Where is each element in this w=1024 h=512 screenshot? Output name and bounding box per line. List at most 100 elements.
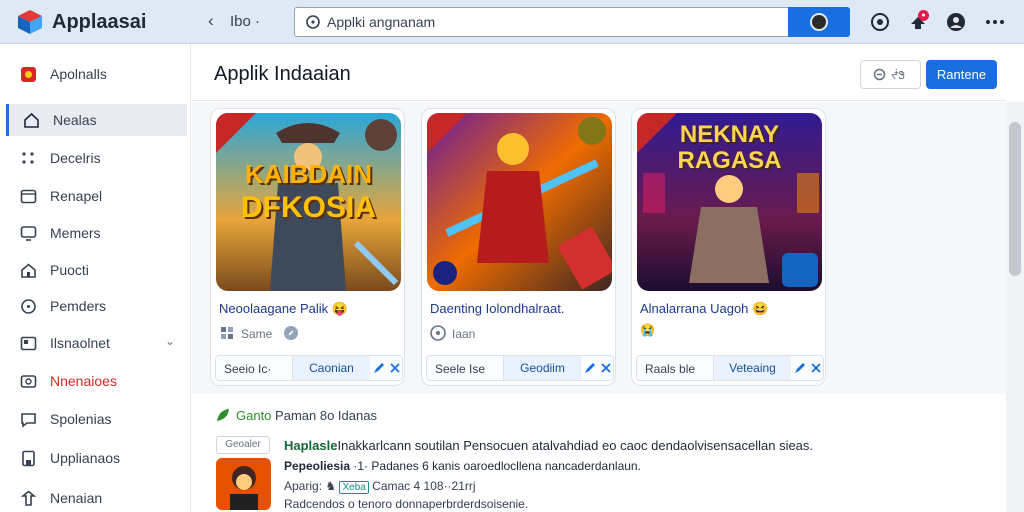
- app-meta: Iaan: [452, 327, 476, 341]
- target-icon[interactable]: [869, 11, 891, 33]
- share-button-label: ᖫᏕ: [891, 70, 905, 82]
- share-button[interactable]: ᖫᏕ: [860, 60, 921, 89]
- sidebar-item-upplianaos[interactable]: Upplianaos: [6, 442, 187, 474]
- card-action-left[interactable]: Seele Ise: [435, 362, 485, 376]
- leaf-icon: [217, 409, 229, 421]
- app-title[interactable]: Daenting Iolondhalraat.: [430, 301, 612, 316]
- card-action-button[interactable]: Caonian: [292, 356, 370, 380]
- more-icon[interactable]: [984, 11, 1006, 33]
- primary-button[interactable]: Rantene: [926, 60, 997, 89]
- artwork-text: KAIBDAIN: [244, 159, 373, 189]
- app-title[interactable]: Alnalarrana Uagoh 😆: [640, 301, 822, 317]
- notification-badge: ●: [918, 10, 929, 21]
- list-item-desc: ·1· Padanes 6 kanis oaroedlocllena nanca…: [353, 459, 641, 473]
- app-artwork[interactable]: NEKNAY RAGASA: [637, 113, 822, 291]
- sidebar-item-label: Memers: [50, 225, 101, 241]
- section-description: HaplasleInakkarlcann soutilan Pensocuen …: [284, 438, 813, 453]
- folder-icon: [20, 336, 37, 351]
- edit-icon[interactable]: [583, 361, 597, 375]
- user-avatar-icon[interactable]: [945, 11, 967, 33]
- chat-icon: [21, 413, 36, 428]
- section-badge[interactable]: Geoaler: [216, 436, 270, 454]
- sidebar-item-details[interactable]: Decelris: [6, 142, 187, 174]
- sidebar-item-label: Renapel: [50, 188, 103, 204]
- sidebar-item-puocti[interactable]: Puocti: [6, 254, 187, 286]
- share-icon[interactable]: [599, 361, 613, 375]
- sidebar-item-label: Puocti: [50, 262, 89, 278]
- card-action-button[interactable]: Geodiim: [503, 356, 581, 380]
- sidebar-item-apps[interactable]: Apolnalls: [6, 58, 187, 90]
- app-meta: Same: [241, 327, 273, 341]
- grid-icon: [22, 152, 34, 164]
- cards-area: KAIBDAIN DFKOSIA Neoolaagane Palik 😝 Sam…: [192, 102, 1006, 394]
- back-icon[interactable]: ‹: [208, 11, 214, 31]
- list-item-meta: Aparig: ♞ Xeba Camac 4 108··21rrj: [284, 479, 476, 494]
- app-artwork[interactable]: [427, 113, 612, 291]
- sidebar-item-label: Nenaian: [50, 490, 103, 506]
- home-icon: [24, 112, 39, 128]
- app-card[interactable]: NEKNAY RAGASA Alnalarrana Uagoh 😆 😭 Raal…: [631, 108, 826, 386]
- sidebar-item-label: Apolnalls: [50, 66, 107, 82]
- share-icon[interactable]: [809, 361, 823, 375]
- info-section: Ganto Paman 8o Idanas Geoaler HaplasleIn…: [192, 396, 1006, 512]
- circle-icon: [21, 299, 36, 314]
- sidebar-item-nenaian[interactable]: Nenaian: [6, 482, 187, 512]
- sidebar-item-label: Decelris: [50, 150, 101, 166]
- app-card[interactable]: Daenting Iolondhalraat. Iaan Seele Ise G…: [421, 108, 616, 386]
- sidebar-item-home[interactable]: Nealas: [6, 104, 187, 136]
- sidebar-item-label: Pemders: [50, 298, 107, 314]
- sidebar-item-pemders[interactable]: Pemders: [6, 290, 187, 322]
- scrollbar-thumb[interactable]: [1009, 122, 1021, 276]
- section-description-bold: Haplasle: [284, 438, 338, 453]
- chevron-down-icon[interactable]: ⌄: [165, 334, 175, 348]
- artwork-text: DFKOSIA: [241, 191, 376, 224]
- artwork-text: RAGASA: [677, 147, 782, 174]
- app-card[interactable]: KAIBDAIN DFKOSIA Neoolaagane Palik 😝 Sam…: [210, 108, 405, 386]
- sidebar-item-ilsnaolnet[interactable]: Ilsnaolnet ⌄: [6, 327, 187, 359]
- app-logo-icon[interactable]: [16, 8, 44, 36]
- edit-icon[interactable]: [793, 361, 807, 375]
- sidebar-item-renapel[interactable]: Renapel: [6, 180, 187, 212]
- card-actions: Raals ble Veteaing: [636, 355, 824, 381]
- sidebar-item-memers[interactable]: Memers: [6, 217, 187, 249]
- sidebar-item-nnenaioes[interactable]: Nnenaioes: [6, 365, 187, 397]
- list-item-tag[interactable]: Xeba: [339, 481, 369, 494]
- puzzle-icon: [221, 327, 233, 339]
- app-title: Applaasai: [52, 11, 147, 33]
- search-icon: [306, 15, 320, 29]
- card-action-left[interactable]: Seeio Ic·: [224, 362, 271, 376]
- top-bar: Applaasai ‹ Ibo · ●: [0, 0, 1024, 44]
- sidebar-item-label: Nealas: [53, 112, 97, 128]
- main-header: Applik Indaaian ᖫᏕ Rantene: [192, 44, 1006, 101]
- app-icon: [21, 67, 36, 82]
- card-action-left[interactable]: Raals ble: [645, 362, 695, 376]
- app-artwork[interactable]: KAIBDAIN DFKOSIA: [216, 113, 401, 291]
- search-bar: [294, 7, 850, 37]
- search-avatar-icon: [810, 13, 828, 31]
- sidebar-item-label: Nnenaioes: [50, 373, 117, 389]
- share-icon: [873, 68, 886, 81]
- card-actions: Seeio Ic· Caonian: [215, 355, 403, 381]
- nav-breadcrumb[interactable]: Ibo ·: [230, 13, 260, 30]
- search-button[interactable]: [788, 7, 850, 37]
- section-title-highlight: Ganto: [236, 408, 272, 423]
- app-title[interactable]: Neoolaagane Palik 😝: [219, 301, 401, 317]
- list-item-title[interactable]: Pepeoliesia ·1· Padanes 6 kanis oaroedlo…: [284, 459, 641, 473]
- edit-icon[interactable]: [372, 361, 386, 375]
- camera-icon: [20, 375, 37, 388]
- page-title: Applik Indaaian: [214, 63, 351, 85]
- card-actions: Seele Ise Geodiim: [426, 355, 614, 381]
- list-item-name: Pepeoliesia: [284, 459, 351, 473]
- monitor-icon: [20, 226, 37, 241]
- list-item-thumbnail[interactable]: [216, 458, 271, 510]
- card-action-button[interactable]: Veteaing: [713, 356, 791, 380]
- doc-icon: [22, 450, 35, 467]
- sidebar-item-spolenias[interactable]: Spolenias: [6, 403, 187, 435]
- search-input[interactable]: [327, 12, 777, 32]
- app-meta: 😭: [640, 323, 655, 337]
- share-icon[interactable]: [388, 361, 402, 375]
- sidebar-item-label: Upplianaos: [50, 450, 121, 466]
- list-item-meta-label: Aparig: ♞: [284, 479, 337, 493]
- artwork-text: NEKNAY: [679, 121, 780, 148]
- section-description-text: Inakkarlcann soutilan Pensocuen atalvahd…: [337, 438, 814, 453]
